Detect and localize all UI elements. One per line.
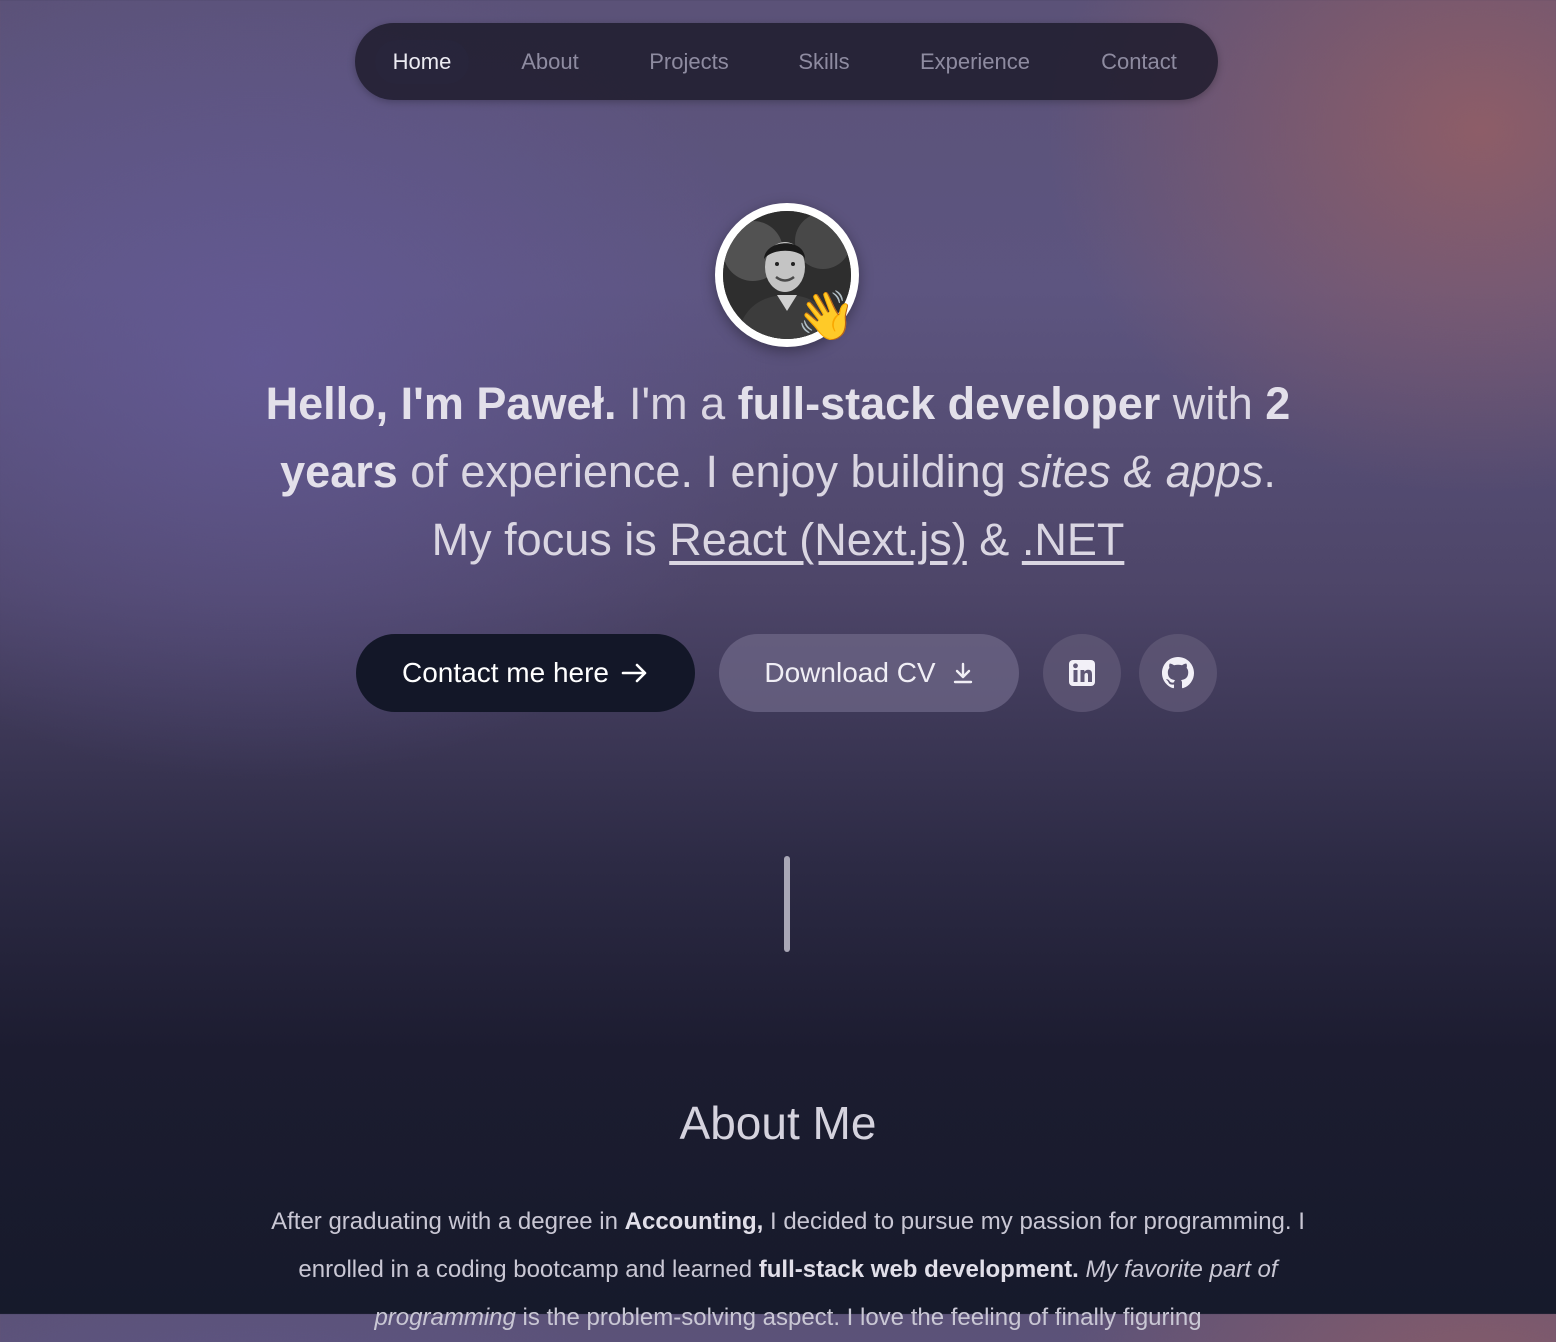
intro-text: Hello, I'm Paweł. I'm a full-stack devel…: [265, 378, 1291, 565]
navbar: Home About Projects Skills Experience Co…: [355, 23, 1218, 100]
waving-hand-icon: 👋: [796, 288, 856, 344]
github-button[interactable]: [1139, 634, 1217, 712]
download-icon: [953, 662, 972, 684]
github-icon: [1162, 657, 1194, 689]
about-paragraph: After graduating with a degree in Accoun…: [271, 1208, 1305, 1331]
linkedin-icon: [1069, 660, 1095, 686]
arrow-right-icon: [621, 663, 647, 683]
contact-button-label: Contact me here: [402, 657, 609, 688]
download-cv-label: Download CV: [764, 657, 936, 688]
nav-experience[interactable]: Experience: [901, 40, 1049, 84]
about-title: About Me: [679, 1097, 877, 1149]
dotnet-link: .NET: [1021, 514, 1125, 565]
nav-skills[interactable]: Skills: [779, 40, 869, 84]
linkedin-button[interactable]: [1043, 634, 1121, 712]
nav-contact[interactable]: Contact: [1081, 40, 1197, 84]
react-link: React (Next.js): [669, 514, 967, 565]
nav-projects[interactable]: Projects: [631, 40, 747, 84]
contact-button[interactable]: Contact me here: [356, 634, 695, 712]
nav-home[interactable]: Home: [375, 40, 469, 84]
download-cv-button[interactable]: Download CV: [719, 634, 1019, 712]
section-divider: [784, 856, 790, 952]
nav-about[interactable]: About: [501, 40, 599, 84]
